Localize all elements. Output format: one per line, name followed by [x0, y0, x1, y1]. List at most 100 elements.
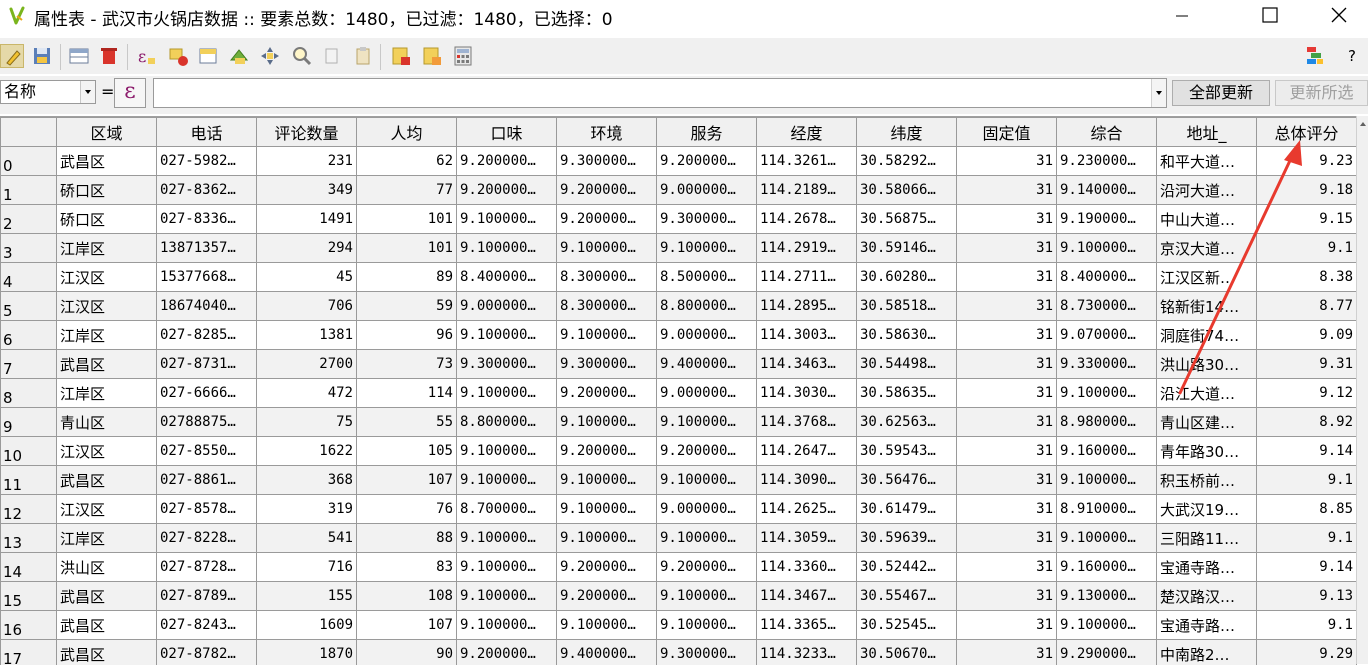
row-number[interactable]: 7: [1, 350, 57, 379]
table-cell[interactable]: 30.62563…: [857, 408, 957, 437]
table-cell[interactable]: 8.500000…: [657, 263, 757, 292]
table-cell[interactable]: 9.330000…: [1057, 350, 1157, 379]
table-cell[interactable]: 31: [957, 321, 1057, 350]
row-number[interactable]: 11: [1, 466, 57, 495]
table-cell[interactable]: 31: [957, 147, 1057, 176]
table-cell[interactable]: 114: [357, 379, 457, 408]
table-row[interactable]: 10江汉区027-8550…16221059.100000…9.200000…9…: [1, 437, 1357, 466]
table-cell[interactable]: 青山区建…: [1157, 408, 1257, 437]
table-row[interactable]: 0武昌区027-5982…231629.200000…9.300000…9.20…: [1, 147, 1357, 176]
table-cell[interactable]: 9.200000…: [657, 553, 757, 582]
column-header[interactable]: 总体评分: [1257, 118, 1357, 147]
table-cell[interactable]: 30.60280…: [857, 263, 957, 292]
table-cell[interactable]: 105: [357, 437, 457, 466]
table-cell[interactable]: 59: [357, 292, 457, 321]
table-cell[interactable]: 硚口区: [57, 205, 157, 234]
table-cell[interactable]: 8.38: [1257, 263, 1357, 292]
table-cell[interactable]: 9.100000…: [1057, 524, 1157, 553]
table-cell[interactable]: 31: [957, 350, 1057, 379]
table-cell[interactable]: 114.3059…: [757, 524, 857, 553]
table-cell[interactable]: 青山区: [57, 408, 157, 437]
table-cell[interactable]: 9.130000…: [1057, 582, 1157, 611]
table-cell[interactable]: 8.700000…: [457, 495, 557, 524]
row-number[interactable]: 1: [1, 176, 57, 205]
table-cell[interactable]: 9.100000…: [457, 321, 557, 350]
edit-pencil-icon[interactable]: [0, 44, 24, 68]
table-cell[interactable]: 9.100000…: [657, 408, 757, 437]
table-cell[interactable]: 31: [957, 524, 1057, 553]
table-cell[interactable]: 青年路30…: [1157, 437, 1257, 466]
minimize-button[interactable]: [1150, 0, 1212, 32]
table-cell[interactable]: 江岸区: [57, 234, 157, 263]
table-cell[interactable]: 武昌区: [57, 640, 157, 665]
maximize-button[interactable]: [1238, 0, 1300, 32]
table-cell[interactable]: 江汉区新…: [1157, 263, 1257, 292]
table-cell[interactable]: 30.58066…: [857, 176, 957, 205]
table-cell[interactable]: 9.200000…: [457, 147, 557, 176]
table-cell[interactable]: 76: [357, 495, 457, 524]
table-row[interactable]: 14洪山区027-8728…716839.100000…9.200000…9.2…: [1, 553, 1357, 582]
table-cell[interactable]: 9.200000…: [457, 176, 557, 205]
column-header[interactable]: 综合: [1057, 118, 1157, 147]
table-cell[interactable]: 716: [257, 553, 357, 582]
table-cell[interactable]: 武昌区: [57, 582, 157, 611]
table-cell[interactable]: 027-5982…: [157, 147, 257, 176]
table-cell[interactable]: 9.290000…: [1057, 640, 1157, 665]
table-cell[interactable]: 大武汉19…: [1157, 495, 1257, 524]
table-cell[interactable]: 027-8228…: [157, 524, 257, 553]
table-cell[interactable]: 9.100000…: [557, 408, 657, 437]
table-cell[interactable]: 积玉桥前…: [1157, 466, 1257, 495]
table-cell[interactable]: 9.29: [1257, 640, 1357, 665]
vertical-scrollbar[interactable]: [1356, 116, 1368, 664]
table-cell[interactable]: 18674040…: [157, 292, 257, 321]
table-cell[interactable]: 9.400000…: [657, 350, 757, 379]
table-cell[interactable]: 155: [257, 582, 357, 611]
table-cell[interactable]: 9.100000…: [457, 524, 557, 553]
table-cell[interactable]: 和平大道…: [1157, 147, 1257, 176]
table-cell[interactable]: 9.200000…: [557, 553, 657, 582]
table-cell[interactable]: 9.070000…: [1057, 321, 1157, 350]
table-cell[interactable]: 31: [957, 408, 1057, 437]
table-cell[interactable]: 027-8731…: [157, 350, 257, 379]
table-cell[interactable]: 114.3360…: [757, 553, 857, 582]
table-cell[interactable]: 114.3003…: [757, 321, 857, 350]
table-cell[interactable]: 9.300000…: [657, 205, 757, 234]
table-cell[interactable]: 9.100000…: [557, 321, 657, 350]
table-cell[interactable]: 9.1: [1257, 524, 1357, 553]
table-cell[interactable]: 31: [957, 466, 1057, 495]
column-header[interactable]: 经度: [757, 118, 857, 147]
paste-rows-icon[interactable]: [351, 44, 375, 68]
column-header[interactable]: 人均: [357, 118, 457, 147]
table-cell[interactable]: 83: [357, 553, 457, 582]
row-number[interactable]: 5: [1, 292, 57, 321]
table-cell[interactable]: 8.800000…: [657, 292, 757, 321]
table-cell[interactable]: 沿江大道…: [1157, 379, 1257, 408]
table-cell[interactable]: 9.13: [1257, 582, 1357, 611]
table-cell[interactable]: 2700: [257, 350, 357, 379]
table-cell[interactable]: 9.140000…: [1057, 176, 1157, 205]
table-cell[interactable]: 9.100000…: [457, 466, 557, 495]
table-cell[interactable]: 京汉大道…: [1157, 234, 1257, 263]
table-cell[interactable]: 027-8861…: [157, 466, 257, 495]
table-row[interactable]: 5江汉区18674040…706599.000000…8.300000…8.80…: [1, 292, 1357, 321]
table-cell[interactable]: 9.100000…: [457, 234, 557, 263]
select-all-corner[interactable]: [1, 118, 57, 147]
table-cell[interactable]: 9.100000…: [657, 611, 757, 640]
table-cell[interactable]: 8.730000…: [1057, 292, 1157, 321]
table-cell[interactable]: 88: [357, 524, 457, 553]
table-cell[interactable]: 9.200000…: [557, 582, 657, 611]
table-cell[interactable]: 30.61479…: [857, 495, 957, 524]
table-cell[interactable]: 9.12: [1257, 379, 1357, 408]
table-cell[interactable]: 027-8362…: [157, 176, 257, 205]
column-header[interactable]: 服务: [657, 118, 757, 147]
table-cell[interactable]: 9.100000…: [657, 524, 757, 553]
table-cell[interactable]: 硚口区: [57, 176, 157, 205]
table-cell[interactable]: 9.15: [1257, 205, 1357, 234]
table-cell[interactable]: 宝通寺路…: [1157, 611, 1257, 640]
table-cell[interactable]: 洪山区: [57, 553, 157, 582]
table-cell[interactable]: 中南路2…: [1157, 640, 1257, 665]
table-cell[interactable]: 9.000000…: [657, 321, 757, 350]
table-cell[interactable]: 武昌区: [57, 350, 157, 379]
table-cell[interactable]: 江汉区: [57, 263, 157, 292]
table-row[interactable]: 13江岸区027-8228…541889.100000…9.100000…9.1…: [1, 524, 1357, 553]
